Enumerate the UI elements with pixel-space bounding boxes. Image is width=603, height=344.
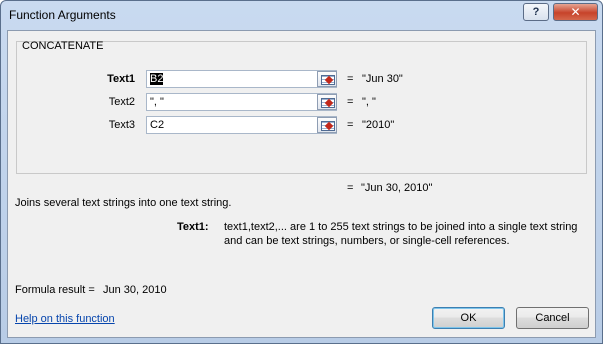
help-icon[interactable]: ? bbox=[523, 3, 549, 21]
ok-button[interactable]: OK bbox=[432, 307, 505, 329]
text3-label: Text3 bbox=[108, 119, 135, 131]
formula-result-label: Formula result = bbox=[15, 284, 95, 296]
text3-equals: = bbox=[347, 119, 354, 131]
text2-field-value: ", " bbox=[150, 96, 164, 108]
dialog-body: CONCATENATE Text1 B2 = "Jun 30" Text2 ",… bbox=[7, 30, 596, 338]
text3-result: "2010" bbox=[362, 119, 395, 131]
function-description: Joins several text strings into one text… bbox=[15, 197, 232, 209]
text1-collapse-button[interactable] bbox=[317, 71, 337, 87]
text1-result: "Jun 30" bbox=[362, 73, 403, 85]
argument-help-line-1: text1,text2,... are 1 to 255 text string… bbox=[224, 221, 578, 233]
close-icon[interactable]: ✕ bbox=[553, 3, 598, 21]
formula-result-value: Jun 30, 2010 bbox=[103, 284, 167, 296]
text1-field[interactable]: B2 bbox=[146, 70, 337, 88]
overall-result: "Jun 30, 2010" bbox=[361, 182, 433, 194]
dialog-title: Function Arguments bbox=[9, 8, 116, 22]
text1-field-value: B2 bbox=[150, 73, 164, 85]
argument-help-line-2: and can be text strings, numbers, or sin… bbox=[224, 235, 510, 247]
text3-field-value: C2 bbox=[150, 119, 165, 131]
function-name: CONCATENATE bbox=[22, 40, 104, 52]
text1-label: Text1 bbox=[107, 73, 135, 85]
help-on-function-link[interactable]: Help on this function bbox=[15, 313, 115, 325]
text2-label: Text2 bbox=[108, 96, 135, 108]
cancel-button[interactable]: Cancel bbox=[516, 307, 589, 329]
title-bar: Function Arguments ? ✕ bbox=[1, 1, 602, 31]
text2-field[interactable]: ", " bbox=[146, 93, 337, 111]
text2-collapse-button[interactable] bbox=[317, 94, 337, 110]
text2-equals: = bbox=[347, 96, 354, 108]
text3-collapse-button[interactable] bbox=[317, 117, 337, 133]
arguments-group: CONCATENATE Text1 B2 = "Jun 30" Text2 ",… bbox=[16, 40, 587, 174]
text3-field[interactable]: C2 bbox=[146, 116, 337, 134]
argument-help-label: Text1: bbox=[177, 221, 209, 233]
text2-result: ", " bbox=[362, 96, 376, 108]
text1-equals: = bbox=[347, 73, 354, 85]
overall-equals: = bbox=[347, 182, 354, 194]
function-arguments-dialog: Function Arguments ? ✕ CONCATENATE Text1… bbox=[0, 0, 603, 344]
